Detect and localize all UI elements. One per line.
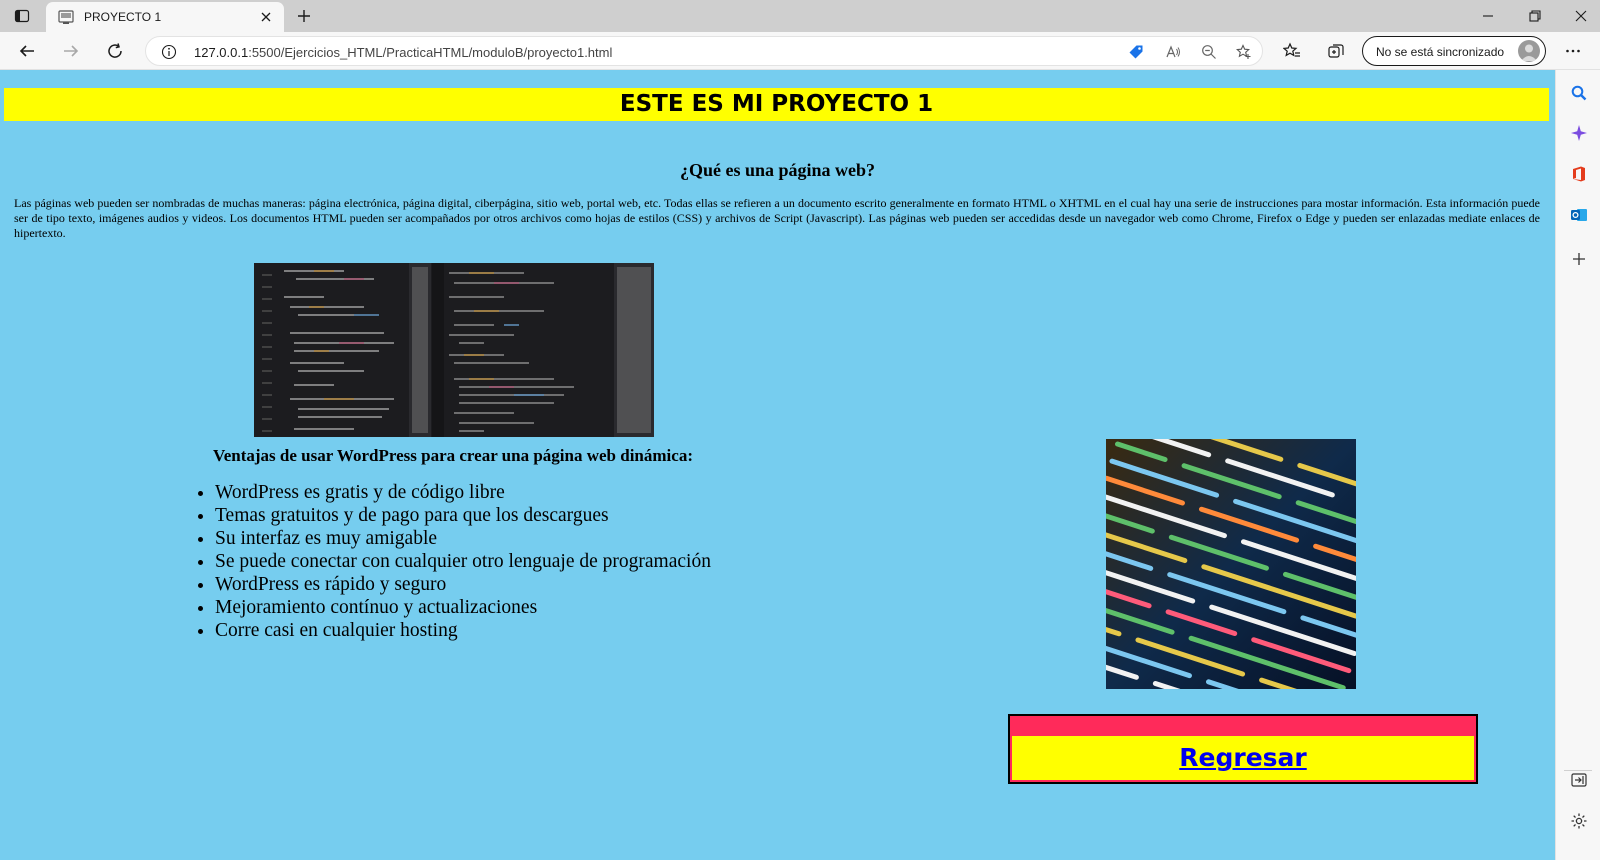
settings-icon[interactable] (1570, 812, 1588, 830)
address-bar[interactable]: 127.0.0.1:5500/Ejercicios_HTML/PracticaH… (145, 36, 1263, 66)
list-item: Mejoramiento contínuo y actualizaciones (215, 596, 711, 619)
advantages-list: WordPress es gratis y de código libre Te… (215, 481, 711, 642)
sync-label: No se está sincronizado (1376, 45, 1505, 59)
search-icon[interactable] (1570, 84, 1588, 102)
collections-icon[interactable] (1327, 42, 1345, 60)
avatar (1518, 40, 1540, 62)
section-title: ¿Qué es una página web? (679, 160, 876, 180)
close-tab-icon[interactable] (258, 9, 274, 25)
copilot-icon[interactable] (1570, 124, 1588, 142)
browser-toolbar: 127.0.0.1:5500/Ejercicios_HTML/PracticaH… (0, 32, 1600, 70)
sidebar-expand-icon[interactable] (1570, 771, 1588, 789)
advantages-title: Ventajas de usar WordPress para crear un… (213, 446, 693, 465)
colorful-code-image (1106, 439, 1356, 689)
more-icon[interactable] (1564, 42, 1582, 60)
heading-banner: ESTE ES MI PROYECTO 1 (4, 88, 1549, 121)
tab-title: PROYECTO 1 (84, 10, 162, 24)
list-item: Su interfaz es muy amigable (215, 527, 711, 550)
url-text: 127.0.0.1:5500/Ejercicios_HTML/PracticaH… (194, 45, 612, 60)
back-link-box: Regresar (1008, 714, 1478, 784)
list-item: Corre casi en cualquier hosting (215, 619, 711, 642)
sync-profile-button[interactable]: No se está sincronizado (1362, 36, 1546, 66)
forward-arrow-icon[interactable] (62, 42, 80, 60)
outlook-icon[interactable] (1570, 206, 1588, 224)
favorites-icon[interactable] (1283, 42, 1301, 60)
url-host: 127.0.0.1 (194, 45, 249, 60)
code-editor-image (254, 263, 654, 437)
office-icon[interactable] (1570, 165, 1588, 183)
list-item: WordPress es gratis y de código libre (215, 481, 711, 504)
list-item: Temas gratuitos y de pago para que los d… (215, 504, 711, 527)
refresh-icon[interactable] (106, 42, 124, 60)
info-icon[interactable] (161, 44, 177, 60)
browser-tab[interactable]: PROYECTO 1 (46, 2, 284, 32)
intro-paragraph: Las páginas web pueden ser nombradas de … (14, 196, 1540, 240)
list-item: WordPress es rápido y seguro (215, 573, 711, 596)
url-path: :5500/Ejercicios_HTML/PracticaHTML/modul… (248, 45, 613, 60)
back-link[interactable]: Regresar (1179, 743, 1306, 772)
zoom-out-icon[interactable] (1201, 44, 1217, 60)
page-heading: ESTE ES MI PROYECTO 1 (619, 91, 934, 117)
new-tab-icon[interactable] (296, 8, 312, 24)
tag-icon[interactable] (1128, 44, 1144, 60)
minimize-icon[interactable] (1480, 8, 1496, 24)
restore-icon[interactable] (1527, 8, 1543, 24)
tab-strip: PROYECTO 1 (0, 0, 1600, 32)
read-aloud-icon[interactable] (1165, 44, 1181, 60)
page-content: ESTE ES MI PROYECTO 1 ¿Qué es una página… (0, 70, 1555, 860)
page-favicon-icon (58, 10, 74, 24)
back-arrow-icon[interactable] (18, 42, 36, 60)
sidebar-toggle-icon[interactable] (14, 8, 30, 24)
edge-sidebar (1555, 70, 1600, 860)
plus-icon[interactable] (1570, 250, 1588, 268)
back-link-inner: Regresar (1012, 736, 1474, 780)
list-item: Se puede conectar con cualquier otro len… (215, 550, 711, 573)
close-window-icon[interactable] (1573, 8, 1589, 24)
add-favorite-icon[interactable] (1236, 44, 1252, 60)
